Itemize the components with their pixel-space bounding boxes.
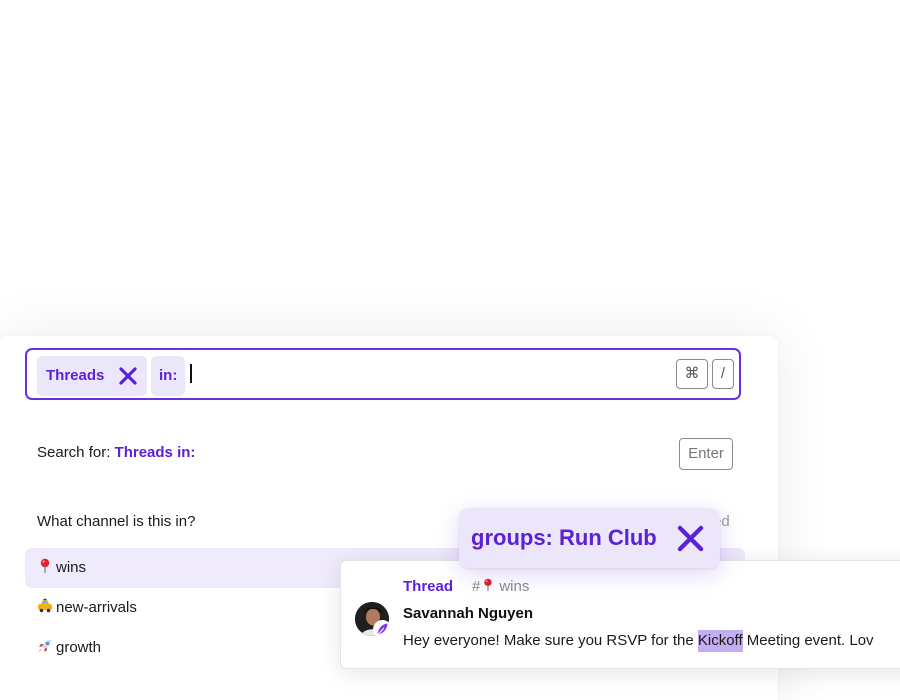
text-caret [190,364,192,383]
screen: Threads in: ⌘ / Search for: Threads in: … [0,0,900,700]
enter-key-hint: Enter [679,438,733,470]
search-for-query: Threads in: [114,444,196,461]
result-channel[interactable]: # wins [472,578,529,595]
pin-icon [484,578,493,592]
pin-icon [40,558,50,573]
filter-chip-in[interactable]: in: [151,356,185,396]
channel-name: wins [499,578,530,595]
filter-chip-label: in: [159,367,178,384]
search-for-prefix: Search for: [37,444,115,461]
channel-name: growth [56,639,102,656]
message-preview: Hey everyone! Make sure you RSVP for the… [403,630,874,652]
message-text: Meeting event. Lov [742,632,874,649]
groups-filter-chip[interactable]: groups: Run Club [459,508,720,568]
groups-chip-label: groups: Run Club [471,525,657,550]
close-icon[interactable] [675,523,706,554]
result-type-label: Thread [403,578,454,595]
command-key-hint: ⌘ [676,359,708,389]
search-input[interactable]: Threads in: ⌘ / [25,348,741,400]
message-text: Hey everyone! Make sure you RSVP for the [403,632,698,649]
filter-chip-label: Threads [46,367,105,384]
close-icon[interactable] [117,365,139,387]
filter-chip-threads[interactable]: Threads [37,356,147,396]
rocket-icon [38,639,52,653]
taxi-icon [38,598,52,613]
search-for-row[interactable]: Search for: Threads in: [37,444,195,461]
slash-key-hint: / [712,359,734,389]
channel-hash: # [472,578,481,595]
thread-result-card[interactable]: Thread # wins Savannah Nguyen Hey everyo… [340,560,900,669]
thread-badge [373,620,392,639]
channel-name: wins [56,559,87,576]
feather-icon [376,623,388,636]
channel-name: new-arrivals [56,599,137,616]
author-name: Savannah Nguyen [403,605,534,622]
channel-question: What channel is this in? [37,513,196,530]
search-highlight: Kickoff [697,630,743,652]
